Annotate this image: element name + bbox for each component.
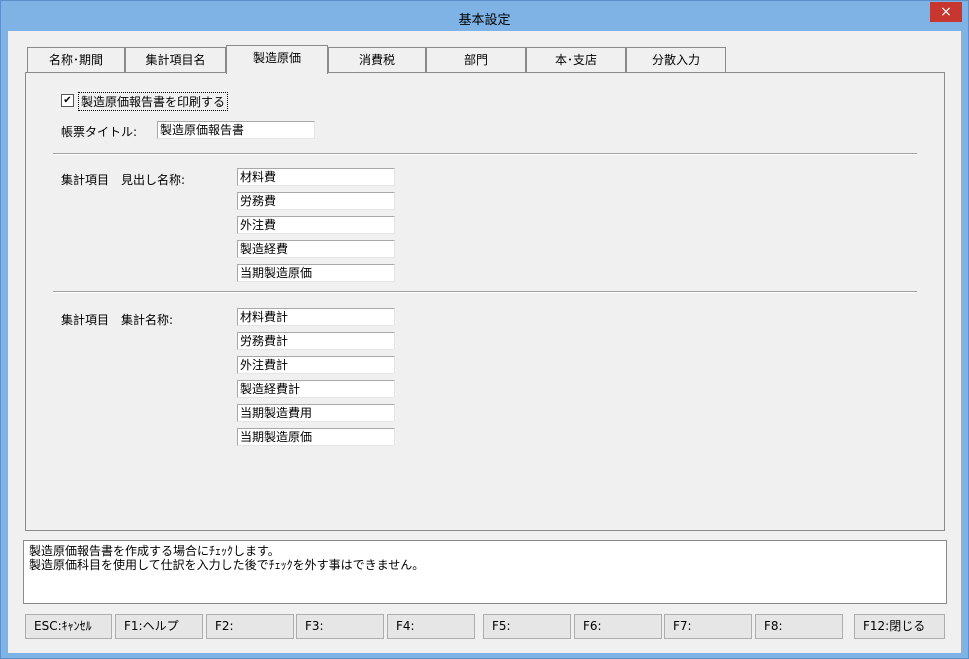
heading-name-field[interactable]: 材料費	[237, 168, 395, 186]
total-name-field[interactable]: 当期製造費用	[237, 404, 395, 422]
f3-button[interactable]: F3:	[296, 614, 384, 639]
heading-name-field[interactable]: 製造経費	[237, 240, 395, 258]
tab-panel: ✔ 製造原価報告書を印刷する 帳票タイトル: 製造原価報告書 集計項目 見出し名…	[25, 72, 945, 531]
esc-cancel-button[interactable]: ESC:ｷｬﾝｾﾙ	[25, 614, 112, 639]
divider	[53, 153, 917, 155]
f6-button[interactable]: F6:	[574, 614, 662, 639]
message-area: 製造原価報告書を作成する場合にﾁｪｯｸします。 製造原価科目を使用して仕訳を入力…	[23, 540, 947, 604]
print-report-checkbox[interactable]: ✔	[61, 94, 74, 107]
heading-name-field[interactable]: 当期製造原価	[237, 264, 395, 282]
report-title-input[interactable]: 製造原価報告書	[157, 121, 315, 139]
window-title: 基本設定	[458, 13, 511, 28]
f8-button[interactable]: F8:	[755, 614, 843, 639]
total-name-field[interactable]: 外注費計	[237, 356, 395, 374]
tab-branch[interactable]: 本･支店	[526, 47, 626, 72]
tab-aggregate-names[interactable]: 集計項目名	[125, 47, 226, 72]
heading-names-label: 集計項目 見出し名称:	[61, 173, 186, 187]
f2-button[interactable]: F2:	[206, 614, 294, 639]
close-icon[interactable]: ×	[930, 2, 962, 22]
tab-department[interactable]: 部門	[426, 47, 526, 72]
f4-button[interactable]: F4:	[387, 614, 475, 639]
total-name-field[interactable]: 製造経費計	[237, 380, 395, 398]
title-bar: 基本設定 ×	[1, 1, 968, 31]
total-name-field[interactable]: 当期製造原価	[237, 428, 395, 446]
total-names-label: 集計項目 集計名称:	[61, 313, 174, 327]
message-line: 製造原価報告書を作成する場合にﾁｪｯｸします。	[29, 544, 280, 558]
total-name-field[interactable]: 材料費計	[237, 308, 395, 326]
report-title-label: 帳票タイトル:	[61, 125, 138, 139]
f1-help-button[interactable]: F1:ヘルプ	[115, 614, 203, 639]
f7-button[interactable]: F7:	[664, 614, 752, 639]
tab-manufacturing-cost[interactable]: 製造原価	[226, 45, 328, 74]
print-report-label[interactable]: 製造原価報告書を印刷する	[78, 92, 229, 111]
divider	[53, 291, 917, 293]
tab-name-period[interactable]: 名称･期間	[27, 47, 125, 72]
app-window: 基本設定 × 名称･期間 集計項目名 製造原価 消費税 部門 本･支店 分散入力…	[0, 0, 969, 659]
heading-name-field[interactable]: 外注費	[237, 216, 395, 234]
f5-button[interactable]: F5:	[483, 614, 571, 639]
tab-distributed-input[interactable]: 分散入力	[626, 47, 726, 72]
heading-name-field[interactable]: 労務費	[237, 192, 395, 210]
tab-consumption-tax[interactable]: 消費税	[328, 47, 426, 72]
message-line: 製造原価科目を使用して仕訳を入力した後でﾁｪｯｸを外す事はできません。	[29, 558, 425, 572]
total-name-field[interactable]: 労務費計	[237, 332, 395, 350]
dialog-client: 名称･期間 集計項目名 製造原価 消費税 部門 本･支店 分散入力 ✔ 製造原価…	[8, 31, 961, 653]
f12-close-button[interactable]: F12:閉じる	[854, 614, 945, 639]
